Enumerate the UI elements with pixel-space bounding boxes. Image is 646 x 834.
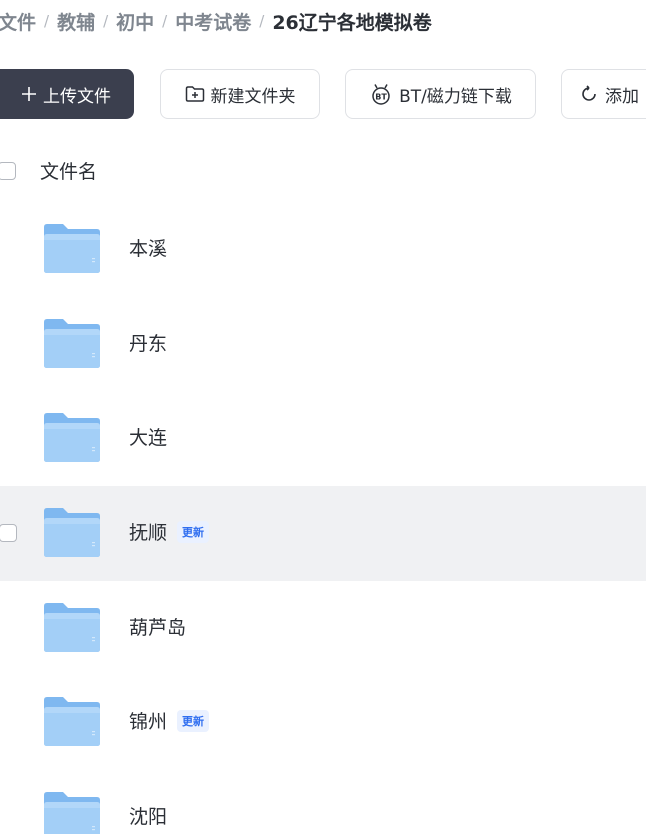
folder-row[interactable]: 葫芦岛 <box>0 581 646 676</box>
folder-icon <box>43 222 101 274</box>
list-header: 文件名 <box>0 150 646 192</box>
folder-icon <box>43 411 101 463</box>
folder-name-label: 锦州 <box>129 711 168 734</box>
new-folder-label: 新建文件夹 <box>210 86 296 107</box>
bt-magnet-download-button[interactable]: BT BT/磁力链下载 <box>345 69 536 119</box>
new-folder-button[interactable]: 新建文件夹 <box>160 69 320 119</box>
folder-row[interactable]: 沈阳 <box>0 770 646 834</box>
refresh-icon <box>579 84 599 104</box>
select-all-checkbox[interactable] <box>0 162 16 180</box>
file-name-column-header[interactable]: 文件名 <box>40 157 97 184</box>
bt-magnet-icon: BT <box>369 83 393 105</box>
plus-icon <box>21 86 37 102</box>
breadcrumb-item-junior-high[interactable]: 初中 <box>116 8 154 35</box>
folder-row[interactable]: 本溪 <box>0 202 646 297</box>
folder-icon <box>43 317 101 369</box>
folder-name[interactable]: 本溪 <box>129 234 167 261</box>
folder-icon <box>43 506 101 558</box>
folder-name-label: 沈阳 <box>129 806 168 829</box>
folder-name[interactable]: 沈阳 <box>129 802 167 829</box>
svg-text:BT: BT <box>375 93 387 102</box>
breadcrumb-item-exam-papers[interactable]: 中考试卷 <box>175 8 251 35</box>
breadcrumb-separator: / <box>44 12 50 30</box>
toolbar: 上传文件 新建文件夹 BT BT/磁力链下载 添加 <box>0 69 646 121</box>
breadcrumb-item-files[interactable]: 文件 <box>0 8 36 35</box>
breadcrumb-separator: / <box>259 12 265 30</box>
folder-name[interactable]: 丹东 <box>129 329 167 356</box>
upload-file-button[interactable]: 上传文件 <box>0 69 134 119</box>
file-manager-page: 文件 / 教辅 / 初中 / 中考试卷 / 26辽宁各地模拟卷 上传文件 新建文… <box>0 0 646 834</box>
folder-name-label: 丹东 <box>129 332 168 355</box>
folder-row[interactable]: 锦州 更新 <box>0 675 646 770</box>
folder-name-label: 大连 <box>129 427 168 450</box>
folder-name-label: 抚顺 <box>129 522 168 545</box>
breadcrumb-item-current: 26辽宁各地模拟卷 <box>272 11 432 34</box>
update-badge: 更新 <box>177 520 210 543</box>
folder-name-label: 葫芦岛 <box>129 616 187 639</box>
folder-name[interactable]: 大连 <box>129 423 167 450</box>
folder-row[interactable]: 抚顺 更新 <box>0 486 646 581</box>
breadcrumb: 文件 / 教辅 / 初中 / 中考试卷 / 26辽宁各地模拟卷 <box>0 6 432 36</box>
add-label: 添加 <box>605 86 639 107</box>
breadcrumb-item-tutoring[interactable]: 教辅 <box>57 8 95 35</box>
file-list: 本溪 丹东 大连 抚顺 更新 葫芦岛 锦州 更新 沈阳 <box>0 202 646 834</box>
folder-name-label: 本溪 <box>129 238 168 260</box>
update-badge: 更新 <box>177 709 210 732</box>
folder-name[interactable]: 葫芦岛 <box>129 613 186 640</box>
breadcrumb-separator: / <box>103 12 109 30</box>
folder-icon <box>43 790 101 834</box>
row-checkbox[interactable] <box>0 524 17 543</box>
folder-plus-icon <box>185 85 205 103</box>
upload-file-label: 上传文件 <box>43 86 111 107</box>
bt-magnet-download-label: BT/磁力链下载 <box>399 86 512 107</box>
folder-icon <box>43 695 101 747</box>
folder-row[interactable]: 丹东 <box>0 297 646 392</box>
folder-icon <box>43 601 101 653</box>
folder-name[interactable]: 锦州 更新 <box>129 707 210 734</box>
add-button[interactable]: 添加 <box>561 69 646 119</box>
folder-name[interactable]: 抚顺 更新 <box>129 518 210 545</box>
breadcrumb-separator: / <box>162 12 168 30</box>
folder-row[interactable]: 大连 <box>0 391 646 486</box>
